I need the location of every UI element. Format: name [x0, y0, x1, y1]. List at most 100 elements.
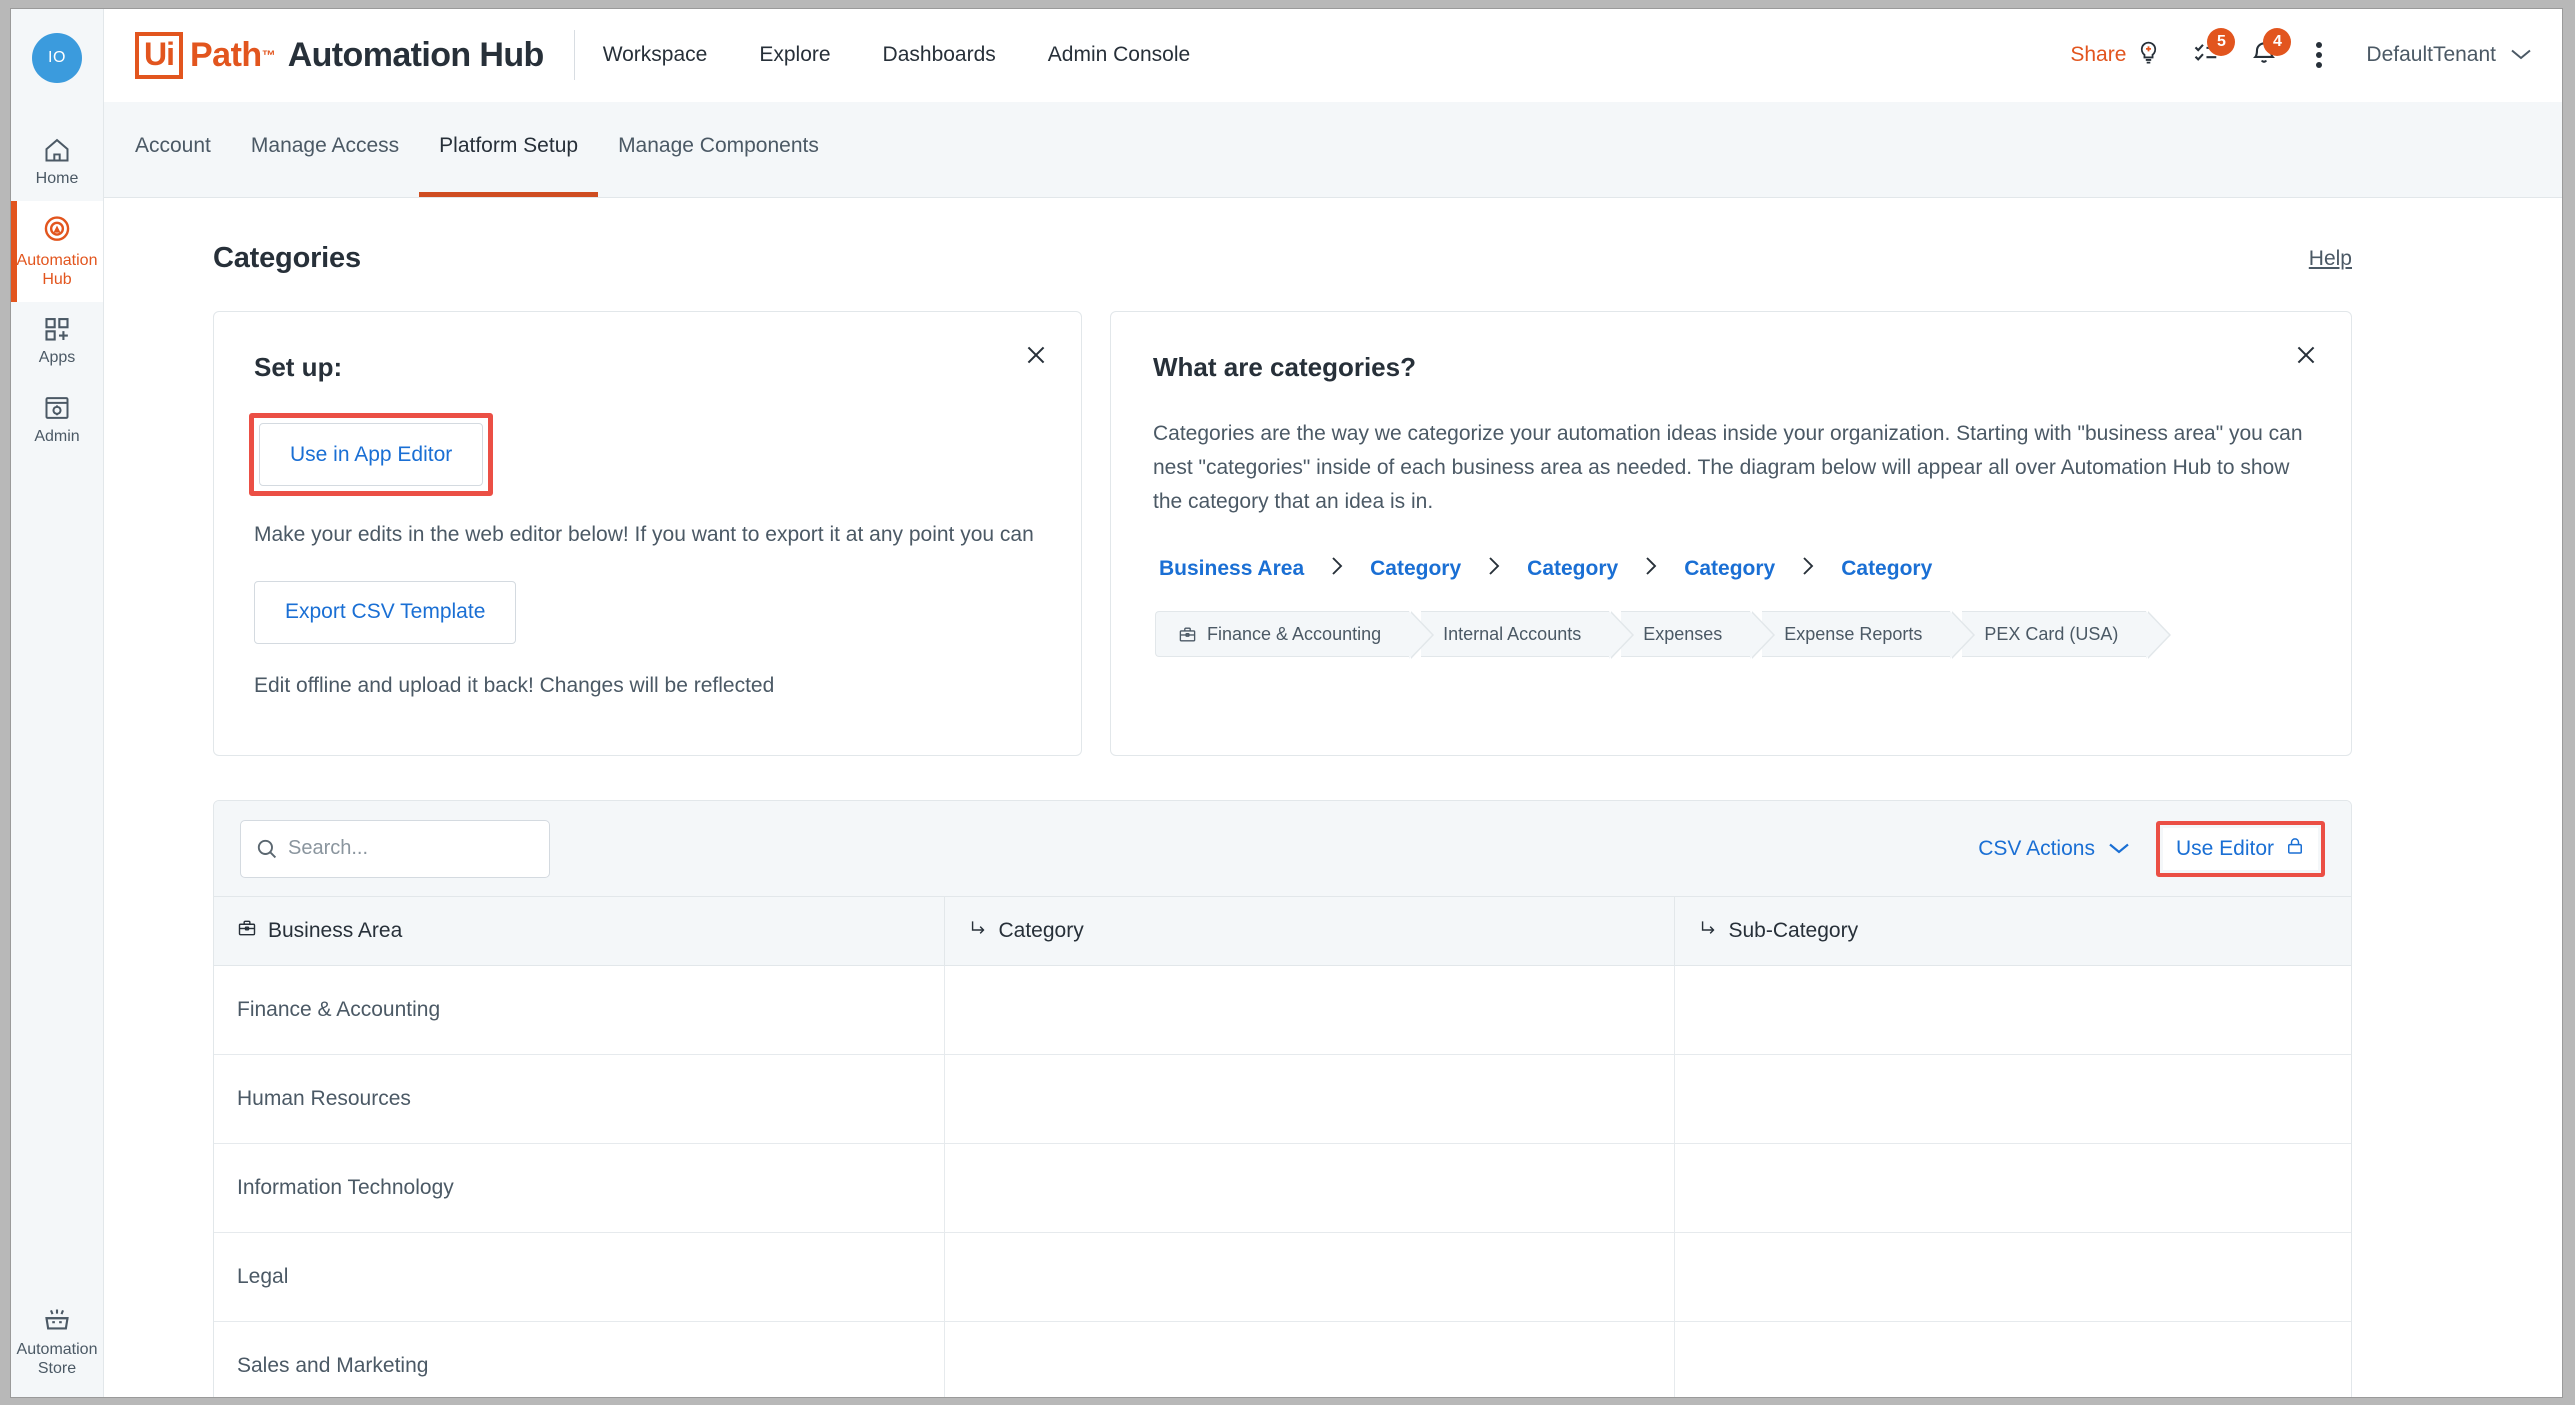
categories-table-panel: CSV Actions Use Editor: [213, 800, 2352, 1397]
cell-category[interactable]: [944, 1321, 1675, 1397]
breadcrumb-label: PEX Card (USA): [1984, 623, 2119, 644]
cell-sub-category[interactable]: [1674, 1143, 2351, 1233]
column-header-category[interactable]: Category: [944, 897, 1675, 966]
setup-body-text: Make your edits in the web editor below!…: [254, 523, 1034, 546]
tab-label: Manage Components: [618, 134, 819, 157]
cell-business-area[interactable]: Information Technology: [214, 1143, 945, 1233]
setup-footer-text: Edit offline and upload it back! Changes…: [254, 673, 775, 697]
nav-dashboards[interactable]: Dashboards: [883, 43, 996, 67]
cell-category[interactable]: [944, 1054, 1675, 1144]
export-csv-template-button[interactable]: Export CSV Template: [254, 580, 517, 644]
cell-sub-category[interactable]: [1674, 1054, 2351, 1144]
toolbar-actions: CSV Actions Use Editor: [1978, 820, 2325, 877]
chain-label-category-1[interactable]: Category: [1370, 557, 1461, 581]
tasks-button[interactable]: 5: [2190, 27, 2236, 72]
automation-store-icon: [41, 1305, 73, 1335]
breadcrumb-item-expense-reports[interactable]: Expense Reports: [1762, 611, 1976, 660]
chain-label-business-area[interactable]: Business Area: [1159, 557, 1304, 581]
search-input[interactable]: [240, 819, 550, 878]
cell-business-area[interactable]: Legal: [214, 1232, 945, 1322]
breadcrumb-label: Expense Reports: [1784, 623, 1923, 644]
briefcase-icon: [237, 918, 257, 944]
breadcrumb-label: Internal Accounts: [1443, 623, 1582, 644]
tenant-label: DefaultTenant: [2366, 43, 2496, 66]
category-chain-labels: Business Area Category Category Category: [1153, 555, 2309, 583]
rail-items: Home Automation Hub Apps Admin: [11, 123, 103, 459]
csv-actions-label: CSV Actions: [1978, 836, 2095, 860]
column-header-sub-category[interactable]: Sub-Category: [1674, 897, 2351, 966]
nav-workspace[interactable]: Workspace: [603, 43, 708, 67]
cell-category[interactable]: [944, 1232, 1675, 1322]
tab-label: Account: [135, 134, 211, 157]
use-editor-button[interactable]: Use Editor: [2162, 827, 2318, 870]
tab-platform-setup[interactable]: Platform Setup: [419, 102, 598, 197]
sidebar-item-automation-store[interactable]: Automation Store: [11, 1292, 103, 1391]
cell-business-area[interactable]: Sales and Marketing: [214, 1321, 945, 1397]
breadcrumb-item-internal-accounts[interactable]: Internal Accounts: [1421, 611, 1635, 660]
table-header-row: Business Area Category Sub-Category: [214, 897, 2351, 966]
info-cards-row: Set up: Use in App Editor Make your edit…: [135, 311, 2532, 756]
breadcrumb-label: Expenses: [1643, 623, 1723, 644]
header-actions: Share 5 4 DefaultTenant: [2070, 27, 2532, 72]
lightbulb-plus-icon: [2135, 39, 2162, 72]
cell-sub-category[interactable]: [1674, 965, 2351, 1055]
chevron-right-icon: [1801, 555, 1815, 583]
cell-category[interactable]: [944, 1143, 1675, 1233]
sidebar-item-label: Automation Store: [16, 1341, 98, 1377]
chevron-down-icon: [2108, 837, 2130, 861]
arrow-turn-down-right-icon: [1698, 918, 1718, 944]
chevron-right-icon: [1644, 555, 1658, 583]
apps-icon: [42, 315, 72, 343]
sidebar-item-label: Home: [35, 170, 79, 187]
uipath-logo[interactable]: Ui Path ™ Automation Hub: [135, 31, 544, 79]
use-in-app-editor-button[interactable]: Use in App Editor: [259, 423, 484, 486]
chevron-right-icon: [1487, 555, 1501, 583]
table-row[interactable]: Sales and Marketing: [214, 1321, 2351, 1397]
chain-label-category-2[interactable]: Category: [1527, 557, 1618, 581]
tab-manage-components[interactable]: Manage Components: [598, 102, 839, 197]
cell-business-area[interactable]: Finance & Accounting: [214, 965, 945, 1055]
close-icon[interactable]: [2289, 342, 2323, 376]
table-toolbar: CSV Actions Use Editor: [214, 801, 2351, 897]
tab-manage-access[interactable]: Manage Access: [231, 102, 419, 197]
breadcrumb-item-finance[interactable]: Finance & Accounting: [1155, 611, 1435, 660]
table-row[interactable]: Information Technology: [214, 1143, 2351, 1233]
table-row[interactable]: Human Resources: [214, 1054, 2351, 1144]
chain-label-category-3[interactable]: Category: [1684, 557, 1775, 581]
cell-sub-category[interactable]: [1674, 1232, 2351, 1322]
breadcrumb-item-expenses[interactable]: Expenses: [1621, 611, 1776, 660]
use-editor-highlight: Use Editor: [2155, 820, 2325, 877]
help-link[interactable]: Help: [2309, 247, 2352, 271]
tenant-selector[interactable]: DefaultTenant: [2366, 43, 2532, 67]
chain-label-category-4[interactable]: Category: [1841, 557, 1932, 581]
close-icon[interactable]: [1019, 342, 1053, 376]
cell-sub-category[interactable]: [1674, 1321, 2351, 1397]
column-header-label: Sub-Category: [1728, 919, 1859, 942]
page-title: Categories: [213, 242, 361, 274]
column-header-label: Category: [998, 919, 1084, 942]
notifications-button[interactable]: 4: [2250, 27, 2292, 72]
cell-category[interactable]: [944, 965, 1675, 1055]
kebab-menu-icon[interactable]: [2306, 42, 2332, 68]
nav-admin-console[interactable]: Admin Console: [1048, 43, 1190, 67]
example-breadcrumb: Finance & Accounting Internal Accounts E…: [1153, 611, 2309, 660]
tab-account[interactable]: Account: [135, 102, 231, 197]
app-window: IO Home Automation Hub Apps Admin Automa…: [10, 8, 2563, 1398]
share-label: Share: [2070, 43, 2127, 66]
share-button[interactable]: Share: [2070, 39, 2162, 72]
nav-explore[interactable]: Explore: [759, 43, 830, 67]
column-header-business-area[interactable]: Business Area: [214, 897, 945, 966]
left-rail: IO Home Automation Hub Apps Admin Automa…: [11, 9, 104, 1397]
avatar[interactable]: IO: [32, 33, 82, 83]
csv-actions-dropdown[interactable]: CSV Actions: [1978, 837, 2130, 861]
sidebar-item-apps[interactable]: Apps: [11, 302, 103, 380]
cell-business-area[interactable]: Human Resources: [214, 1054, 945, 1144]
sidebar-item-admin[interactable]: Admin: [11, 381, 103, 459]
sidebar-item-home[interactable]: Home: [11, 123, 103, 201]
export-csv-wrap: Export CSV Template: [254, 580, 1041, 644]
table-row[interactable]: Finance & Accounting: [214, 965, 2351, 1055]
table-row[interactable]: Legal: [214, 1232, 2351, 1322]
tab-label: Platform Setup: [439, 134, 579, 157]
breadcrumb-item-pex-card[interactable]: PEX Card (USA): [1962, 611, 2172, 660]
sidebar-item-automation-hub[interactable]: Automation Hub: [11, 201, 103, 303]
